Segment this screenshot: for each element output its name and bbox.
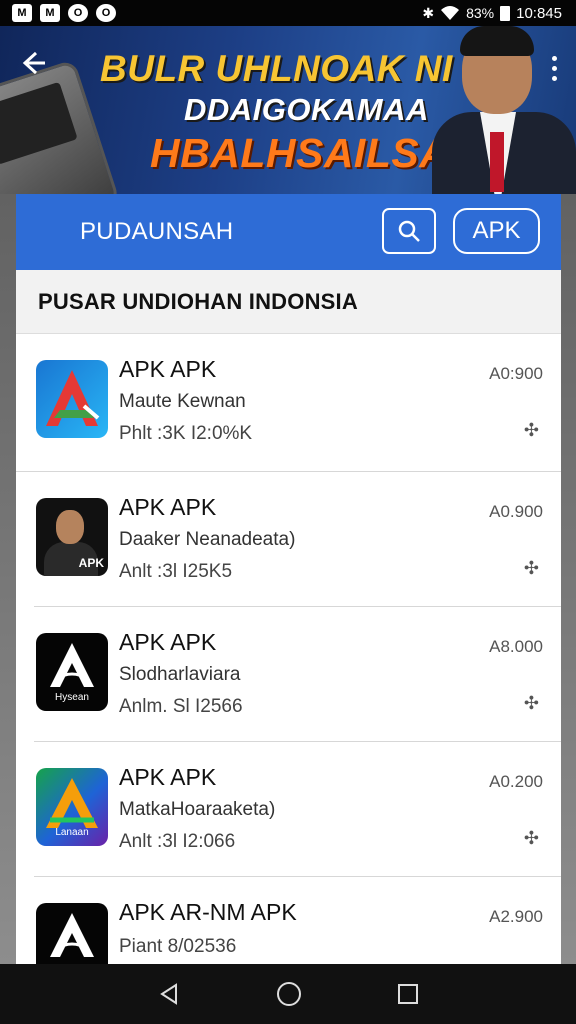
circle-notification-icon: O — [96, 4, 116, 22]
item-meta: Piant 8/02536 — [119, 936, 237, 957]
item-meta: Anlm. Sl I2566 — [119, 696, 243, 717]
banner-headline-2: DDAIGOKAMAA — [184, 92, 429, 127]
list-item[interactable]: APK APK APK Daaker Neanadeata) Anlt :3l … — [34, 472, 561, 607]
item-title: APK AR-NM APK — [119, 899, 297, 925]
item-subtitle: MatkaHoaraaketa) — [119, 799, 276, 820]
download-icon[interactable]: ✣ — [524, 558, 539, 579]
search-button[interactable] — [382, 208, 436, 254]
item-title: APK APK — [119, 494, 217, 520]
mail-icon: M — [40, 4, 60, 22]
item-text: APK APK Daaker Neanadeata) Anlt :3l I25K… — [119, 494, 295, 583]
bluetooth-icon: ✱ — [422, 4, 435, 21]
item-text: APK APK Maute Kewnan Phlt :3K I2:0%K — [119, 356, 252, 445]
item-text: APK APK Slodharlaviara Anlm. Sl I2566 — [119, 629, 243, 718]
overflow-menu-icon[interactable] — [552, 56, 558, 81]
item-size: A0:900 — [489, 364, 543, 383]
download-card: PUDAUNSAH APK PUSAR UNDIOHAN INDONSIA AP… — [16, 194, 561, 964]
item-title: APK APK — [119, 629, 217, 655]
list-item[interactable]: Lanaan APK APK MatkaHoaraaketa) Anlt :3l… — [34, 742, 561, 877]
battery-icon — [500, 5, 511, 21]
item-meta: Phlt :3K I2:0%K — [119, 423, 253, 444]
section-title: PUSAR UNDIOHAN INDONSIA — [38, 288, 358, 314]
item-subtitle: Slodharlaviara — [119, 664, 241, 685]
app-logo-icon — [36, 360, 108, 438]
app-list: APK APK Maute Kewnan Phlt :3K I2:0%K A0:… — [16, 334, 561, 964]
back-arrow-icon[interactable] — [20, 48, 46, 82]
app-notification-icon: O — [68, 4, 88, 22]
item-size: A0.200 — [489, 772, 543, 791]
item-subtitle: Daaker Neanadeata) — [119, 529, 296, 550]
nav-recents-icon[interactable] — [397, 983, 419, 1005]
app-portrait-icon: APK — [36, 498, 108, 576]
status-left-icons: M M O O — [12, 4, 116, 22]
item-size: A0.900 — [489, 502, 543, 521]
status-bar: M M O O ✱ 83% 10:845 — [0, 0, 576, 26]
icon-tag: Hysean — [55, 692, 89, 703]
notification-icon: M — [12, 4, 32, 22]
item-title: APK APK — [119, 764, 217, 790]
apk-button[interactable]: APK — [453, 208, 540, 254]
icon-tag: APK — [78, 556, 104, 570]
list-item[interactable]: APK APK Maute Kewnan Phlt :3K I2:0%K A0:… — [16, 334, 561, 472]
list-item[interactable]: APK AR-NM APK Piant 8/02536 A2.900 ✣ — [34, 877, 561, 964]
app-logo-icon — [36, 903, 108, 964]
promo-banner: BULR UHLNOAK NI DDAIGOKAMAA HBALHSAILSAN… — [0, 26, 576, 194]
clock: 10:845 — [516, 4, 562, 22]
battery-percent: 83% — [466, 5, 495, 21]
item-text: APK AR-NM APK Piant 8/02536 — [119, 899, 297, 958]
item-subtitle: Maute Kewnan — [119, 391, 246, 412]
download-icon[interactable]: ✣ — [524, 828, 539, 849]
download-icon[interactable]: ✣ — [524, 693, 539, 714]
status-right: ✱ 83% 10:845 — [422, 5, 562, 22]
icon-tag: Lanaan — [55, 827, 89, 838]
card-title: PUDAUNSAH — [80, 218, 234, 245]
banner-headline-1: BULR UHLNOAK NI — [100, 48, 453, 89]
item-text: APK APK MatkaHoaraaketa) Anlt :3l I2:066 — [119, 764, 275, 853]
spokesperson-photo — [432, 26, 576, 194]
card-header: PUDAUNSAH APK — [16, 194, 561, 270]
search-icon — [398, 220, 420, 242]
item-meta: Anlt :3l I25K5 — [119, 561, 233, 582]
item-title: APK APK — [119, 356, 217, 382]
section-header: PUSAR UNDIOHAN INDONSIA — [16, 270, 561, 334]
nav-home-icon[interactable] — [276, 981, 302, 1007]
download-icon[interactable]: ✣ — [524, 420, 539, 441]
app-logo-icon: Hysean — [36, 633, 108, 711]
list-item[interactable]: Hysean APK APK Slodharlaviara Anlm. Sl I… — [34, 607, 561, 742]
app-logo-icon: Lanaan — [36, 768, 108, 846]
wifi-icon — [441, 6, 460, 20]
item-meta: Anlt :3l I2:066 — [119, 831, 236, 852]
item-size: A8.000 — [489, 637, 543, 656]
nav-back-icon[interactable] — [157, 982, 181, 1006]
item-size: A2.900 — [489, 907, 543, 926]
system-nav-bar — [0, 964, 576, 1024]
